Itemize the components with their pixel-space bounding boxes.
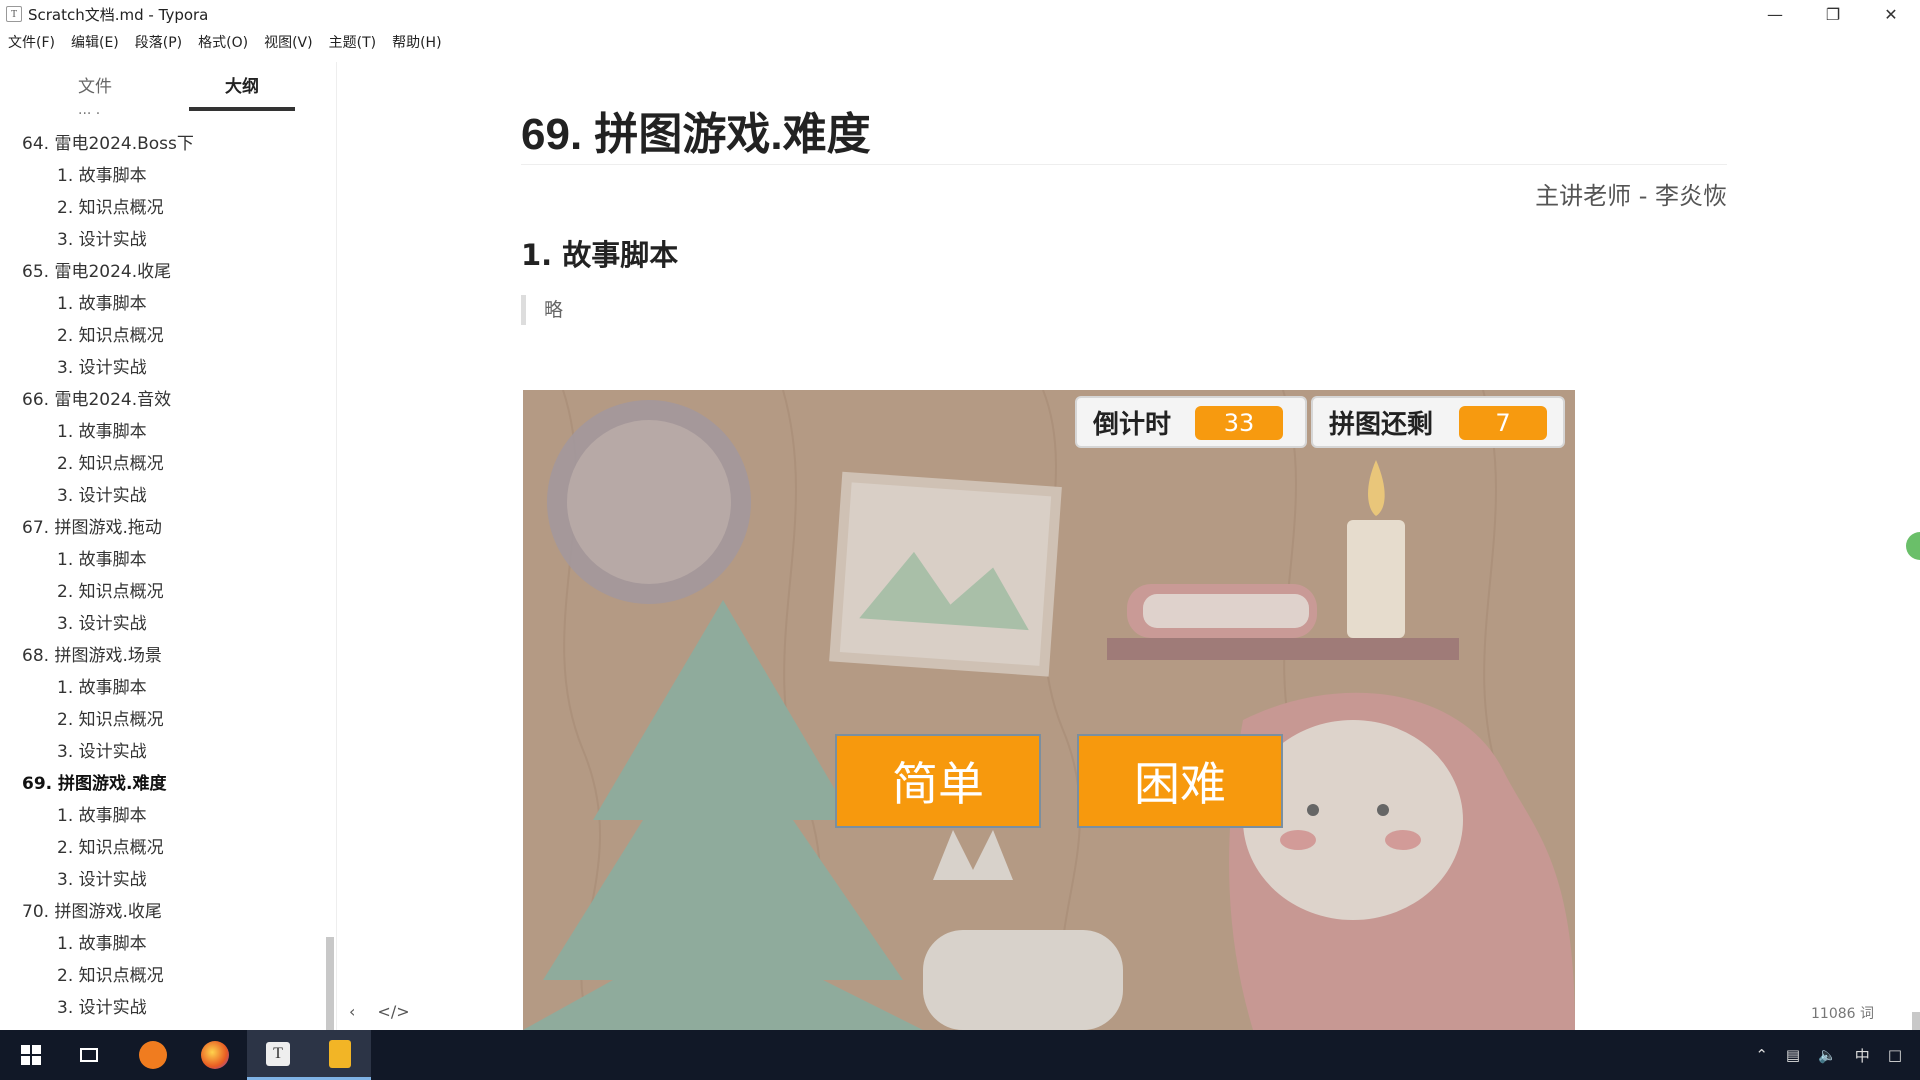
outline-section[interactable]: 2. 知识点概况 xyxy=(0,704,336,736)
tab-outline[interactable]: 大纲 xyxy=(189,72,295,111)
outline-section[interactable]: 2. 知识点概况 xyxy=(0,576,336,608)
outline-list: ··· · 64. 雷电2024.Boss下 1. 故事脚本 2. 知识点概况 3. … xyxy=(0,112,336,1024)
outline-section[interactable]: 1. 故事脚本 xyxy=(0,800,336,832)
menu-file[interactable]: 文件(F) xyxy=(8,32,55,52)
windows-start-icon[interactable] xyxy=(0,1030,62,1080)
countdown-label: 倒计时 xyxy=(1093,409,1172,440)
taskbar: T ⌃ ▤ 🔈 中 □ xyxy=(0,1030,1920,1080)
outline-section[interactable]: 3. 设计实战 xyxy=(0,352,336,384)
outline-section[interactable]: 1. 故事脚本 xyxy=(0,416,336,448)
editor-footer-left: ‹ </> xyxy=(349,1002,410,1021)
outline-chapter[interactable]: 67. 拼图游戏.拖动 xyxy=(0,512,336,544)
floating-widget-icon[interactable] xyxy=(1906,532,1920,560)
outline-section[interactable]: 1. 故事脚本 xyxy=(0,544,336,576)
firefox-icon[interactable] xyxy=(184,1030,246,1080)
outline-section[interactable]: 2. 知识点概况 xyxy=(0,192,336,224)
notes-app-icon[interactable] xyxy=(309,1030,371,1080)
countdown-value: 33 xyxy=(1195,406,1283,440)
easy-button: 简单 xyxy=(835,734,1041,828)
outline-section[interactable]: 3. 设计实战 xyxy=(0,736,336,768)
source-code-mode-icon[interactable]: </> xyxy=(377,1002,409,1021)
task-view-icon[interactable] xyxy=(58,1030,120,1080)
outline-section[interactable]: 2. 知识点概况 xyxy=(0,448,336,480)
pieces-left-monitor: 拼图还剩 7 xyxy=(1311,396,1565,448)
outline-section[interactable]: 3. 设计实战 xyxy=(0,608,336,640)
game-screenshot-image: 倒计时 33 拼图还剩 7 简单 困难 xyxy=(523,390,1575,1030)
outline-section[interactable]: 2. 知识点概况 xyxy=(0,832,336,864)
notification-icon[interactable]: □ xyxy=(1888,1046,1902,1064)
minimize-icon[interactable]: — xyxy=(1746,0,1804,28)
restore-icon[interactable]: ❐ xyxy=(1804,0,1862,28)
close-icon[interactable]: ✕ xyxy=(1862,0,1920,28)
tab-files[interactable]: 文件 xyxy=(42,72,148,107)
pieces-left-label: 拼图还剩 xyxy=(1329,409,1434,440)
outline-chapter[interactable]: 70. 拼图游戏.收尾 xyxy=(0,896,336,928)
outline-section[interactable]: 1. 故事脚本 xyxy=(0,288,336,320)
outline-section[interactable]: 3. 设计实战 xyxy=(0,864,336,896)
volume-icon[interactable]: 🔈 xyxy=(1818,1046,1837,1064)
outline-chapter[interactable]: 69. 拼图游戏.难度 xyxy=(0,768,336,800)
network-icon[interactable]: ▤ xyxy=(1786,1046,1800,1064)
ime-indicator[interactable]: 中 xyxy=(1855,1045,1870,1066)
outline-section[interactable]: 3. 设计实战 xyxy=(0,992,336,1024)
pieces-left-value: 7 xyxy=(1459,406,1547,440)
menu-bar: 文件(F) 编辑(E) 段落(P) 格式(O) 视图(V) 主题(T) 帮助(H… xyxy=(0,30,458,54)
window-title: Scratch文档.md - Typora xyxy=(28,5,209,24)
outline-chapter[interactable]: 65. 雷电2024.收尾 xyxy=(0,256,336,288)
typora-app-icon: T xyxy=(6,6,22,22)
menu-view[interactable]: 视图(V) xyxy=(264,32,313,52)
editor[interactable]: 69. 拼图游戏.难度 主讲老师 - 李炎恢 1. 故事脚本 略 倒计时 33 … xyxy=(337,62,1920,1030)
outline-section[interactable]: 1. 故事脚本 xyxy=(0,160,336,192)
sidebar: 文件 大纲 ··· · 64. 雷电2024.Boss下 1. 故事脚本 2. 知识… xyxy=(0,62,337,1030)
sidebar-scrollbar[interactable] xyxy=(326,937,334,1030)
sidebar-tabs: 文件 大纲 xyxy=(0,62,336,112)
outline-section[interactable]: 1. 故事脚本 xyxy=(0,928,336,960)
heading-2: 1. 故事脚本 xyxy=(521,238,679,272)
app-orange-icon[interactable] xyxy=(122,1030,184,1080)
toggle-sidebar-icon[interactable]: ‹ xyxy=(349,1002,355,1021)
title-bar: T Scratch文档.md - Typora — ❐ ✕ xyxy=(0,0,1920,28)
hard-button: 困难 xyxy=(1077,734,1283,828)
heading-1: 69. 拼图游戏.难度 xyxy=(521,98,1727,165)
blockquote: 略 xyxy=(521,295,563,325)
outline-chapter[interactable]: 66. 雷电2024.音效 xyxy=(0,384,336,416)
outline-chapter[interactable]: 64. 雷电2024.Boss下 xyxy=(0,128,336,160)
countdown-monitor: 倒计时 33 xyxy=(1075,396,1307,448)
menu-edit[interactable]: 编辑(E) xyxy=(71,32,119,52)
teacher-line: 主讲老师 - 李炎恢 xyxy=(1535,182,1727,210)
outline-section[interactable]: 2. 知识点概况 xyxy=(0,320,336,352)
outline-section[interactable]: 3. 设计实战 xyxy=(0,480,336,512)
word-count[interactable]: 11086 词 xyxy=(1811,1003,1874,1023)
menu-format[interactable]: 格式(O) xyxy=(198,32,248,52)
system-tray: ⌃ ▤ 🔈 中 □ xyxy=(1755,1030,1920,1080)
outline-section[interactable]: 2. 知识点概况 xyxy=(0,960,336,992)
typora-taskbar-icon[interactable]: T xyxy=(247,1030,309,1080)
outline-section[interactable]: 3. 设计实战 xyxy=(0,224,336,256)
outline-section[interactable]: 1. 故事脚本 xyxy=(0,672,336,704)
outline-cut-off-item: ··· · xyxy=(78,112,101,122)
menu-theme[interactable]: 主题(T) xyxy=(329,32,376,52)
menu-help[interactable]: 帮助(H) xyxy=(392,32,441,52)
outline-chapter[interactable]: 68. 拼图游戏.场景 xyxy=(0,640,336,672)
window-controls: — ❐ ✕ xyxy=(1746,0,1920,28)
scene-illustration xyxy=(523,390,1575,1030)
tray-chevron-up-icon[interactable]: ⌃ xyxy=(1755,1046,1768,1064)
menu-paragraph[interactable]: 段落(P) xyxy=(135,32,182,52)
editor-scrollbar[interactable] xyxy=(1912,1012,1920,1030)
